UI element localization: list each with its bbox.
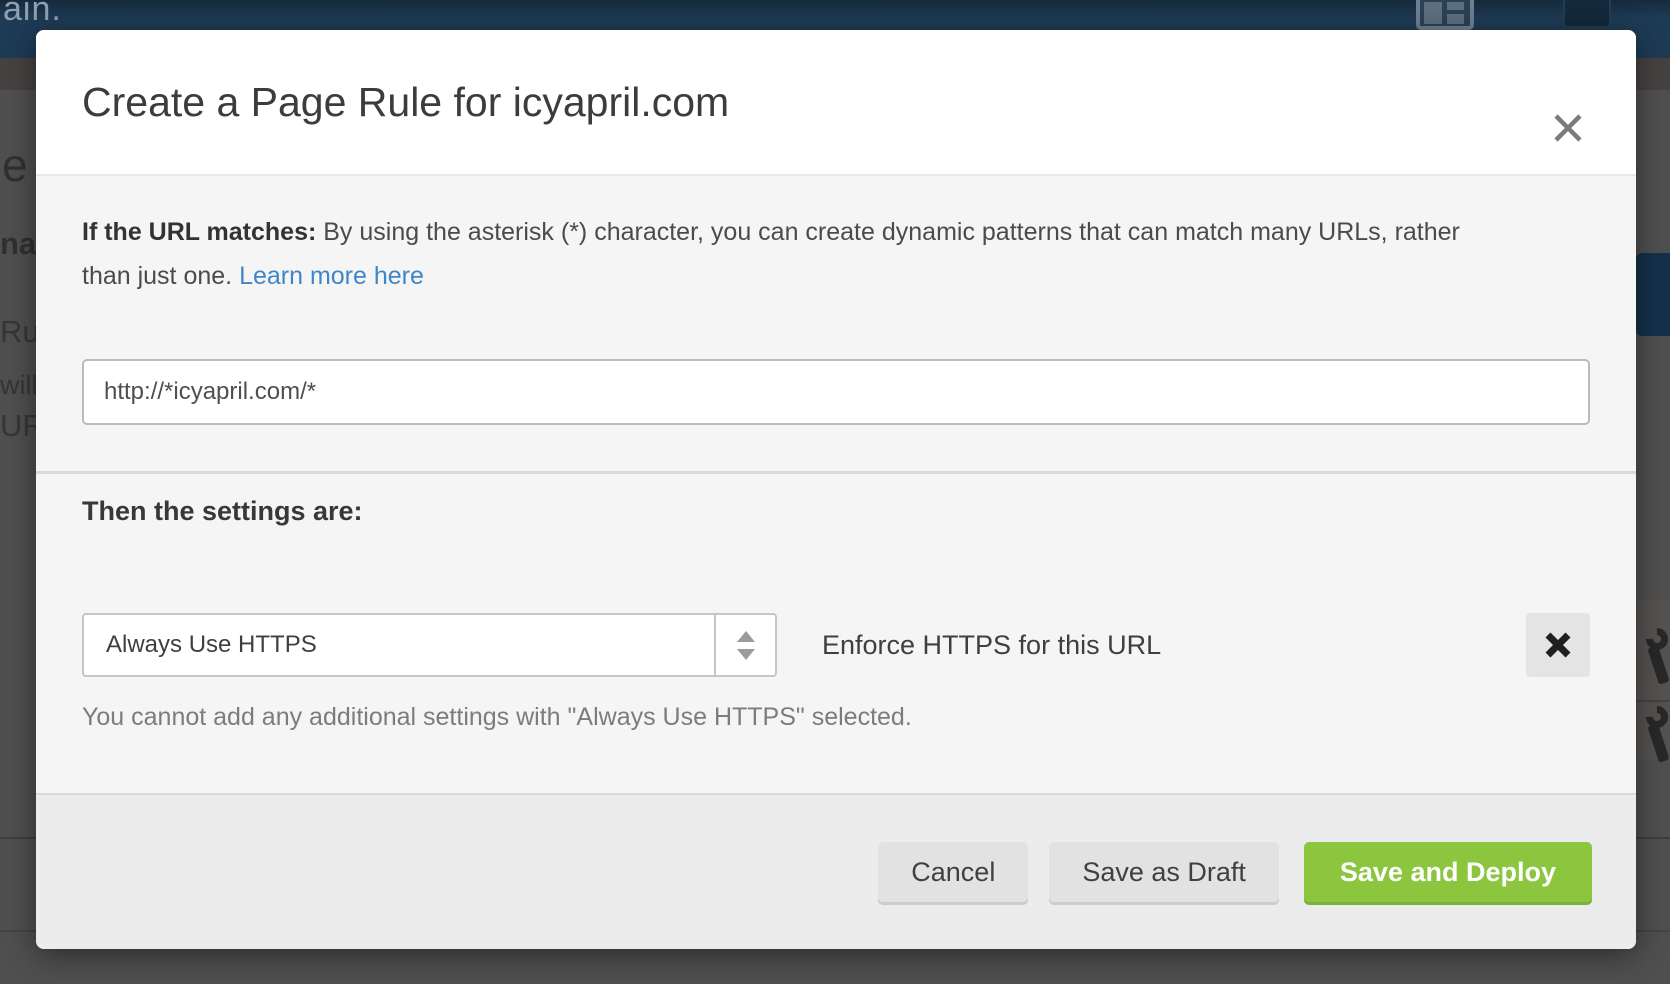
dialog-footer: Cancel Save as Draft Save and Deploy: [36, 793, 1636, 949]
background-text-fragment: Ru: [0, 314, 40, 350]
background-blue-button-fragment: [1636, 253, 1670, 336]
url-pattern-input[interactable]: [82, 359, 1590, 425]
wrench-icon: [1644, 628, 1670, 686]
remove-setting-button[interactable]: [1526, 613, 1590, 677]
save-as-draft-button[interactable]: Save as Draft: [1049, 842, 1279, 902]
url-match-label: If the URL matches:: [82, 218, 316, 246]
save-and-deploy-button[interactable]: Save and Deploy: [1304, 842, 1592, 902]
close-button[interactable]: [1548, 108, 1588, 148]
dialog-title: Create a Page Rule for icyapril.com: [82, 79, 729, 126]
dialog-body: If the URL matches: By using the asteris…: [36, 176, 1636, 732]
create-page-rule-dialog: Create a Page Rule for icyapril.com If t…: [36, 30, 1636, 949]
chevron-up-icon: [737, 631, 755, 642]
setting-row: Always Use HTTPS Enforce HTTPS for this …: [82, 613, 1590, 677]
cancel-button[interactable]: Cancel: [878, 842, 1028, 902]
navbar-app-icon: [1563, 0, 1611, 28]
chevron-down-icon: [737, 649, 755, 660]
section-divider: [36, 471, 1636, 474]
apps-grid-icon: [1416, 0, 1474, 30]
settings-heading: Then the settings are:: [82, 496, 1590, 527]
setting-dropdown-value: Always Use HTTPS: [84, 631, 714, 659]
url-match-description: If the URL matches: By using the asteris…: [82, 210, 1502, 298]
setting-dropdown[interactable]: Always Use HTTPS: [82, 613, 777, 677]
settings-note: You cannot add any additional settings w…: [82, 703, 1590, 732]
background-navbar-text-fragment: ain.: [3, 0, 62, 29]
dropdown-stepper[interactable]: [714, 615, 775, 675]
wrench-icon: [1644, 706, 1670, 764]
dialog-header: Create a Page Rule for icyapril.com: [36, 30, 1636, 176]
background-text-fragment: will: [0, 370, 38, 401]
background-text-fragment: e: [2, 138, 28, 192]
close-icon: [1551, 111, 1585, 145]
remove-x-icon: [1543, 630, 1573, 660]
setting-description: Enforce HTTPS for this URL: [822, 630, 1161, 661]
learn-more-link[interactable]: Learn more here: [239, 262, 424, 290]
